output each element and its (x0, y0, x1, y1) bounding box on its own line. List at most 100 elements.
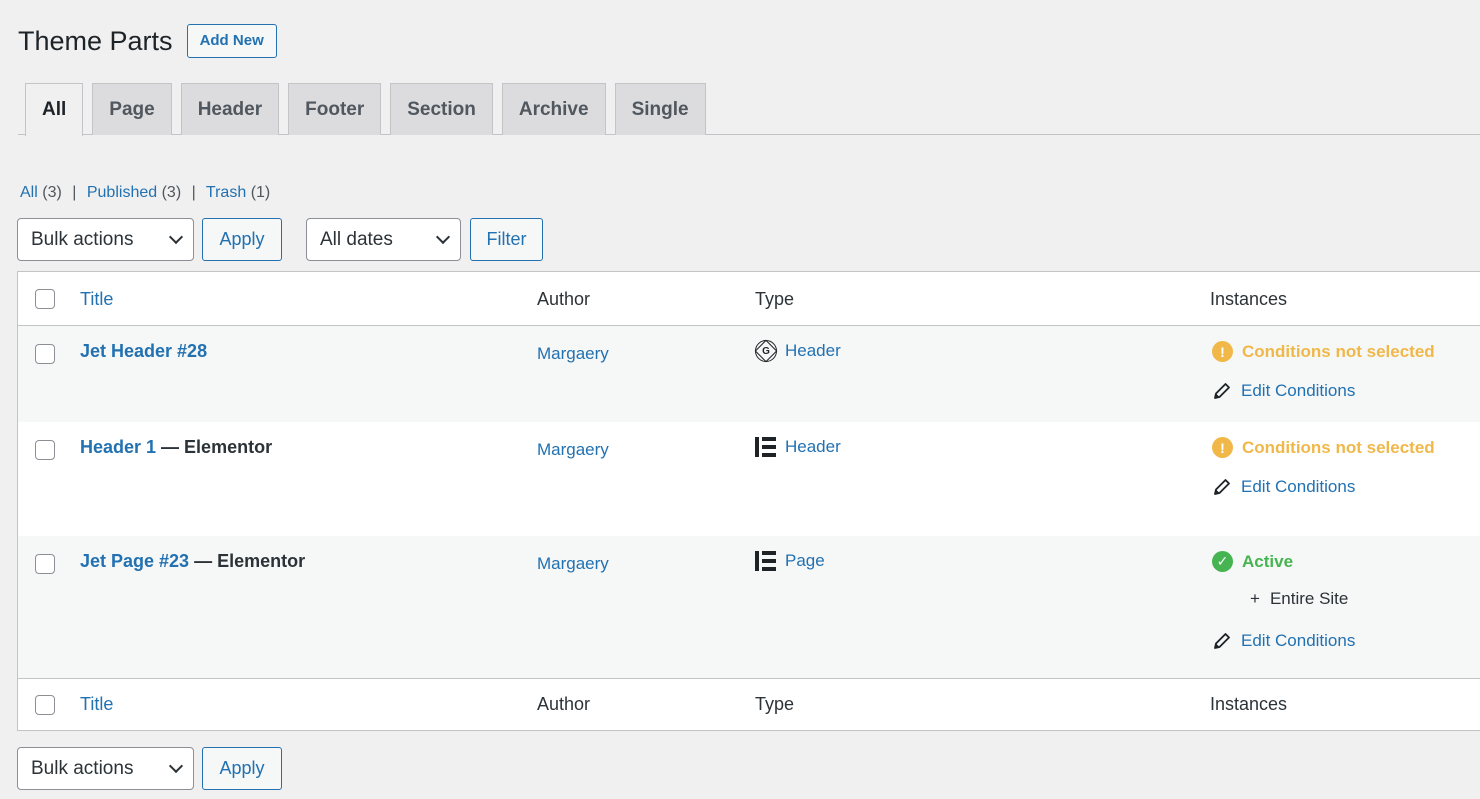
column-type: Type (755, 694, 795, 714)
apply-button[interactable]: Apply (202, 218, 282, 261)
status-badge: ! Conditions not selected (1212, 341, 1435, 362)
type-link[interactable]: Header (785, 341, 841, 361)
status-text: Conditions not selected (1242, 437, 1435, 457)
column-instances: Instances (1210, 289, 1288, 309)
author-link[interactable]: Margaery (537, 344, 609, 363)
tab-footer[interactable]: Footer (288, 83, 382, 135)
view-separator: | (72, 184, 77, 201)
bulk-actions-select[interactable]: Bulk actions (17, 218, 194, 261)
tab-page[interactable]: Page (92, 83, 172, 135)
type-tabs: All Page Header Footer Section Archive S… (18, 83, 1480, 136)
row-checkbox[interactable] (35, 344, 55, 364)
row-author: Margaery (537, 439, 609, 460)
dates-select[interactable]: All dates (306, 218, 461, 261)
tab-single[interactable]: Single (614, 83, 706, 135)
bulk-actions-value: Bulk actions (31, 228, 134, 250)
plus-icon: + (1250, 589, 1260, 608)
row-title: Jet Page #23 — Elementor (80, 551, 305, 572)
row-title-suffix: — Elementor (156, 437, 273, 457)
table-header-row: Title Author Type Instances (18, 272, 1480, 326)
table-row: Jet Page #23 — Elementor Margaery Page ✓… (18, 536, 1480, 678)
tab-header[interactable]: Header (180, 83, 280, 135)
row-title-link[interactable]: Jet Header #28 (80, 341, 207, 361)
page-heading: Theme Parts Add New (18, 24, 277, 58)
condition-label: Entire Site (1269, 589, 1349, 608)
status-views: All (3) | Published (3) | Trash (1) (20, 184, 270, 202)
row-type: Page (755, 551, 825, 571)
status-text: Conditions not selected (1242, 341, 1435, 361)
status-badge: ✓ Active (1212, 551, 1355, 572)
bulk-actions-select[interactable]: Bulk actions (17, 747, 194, 790)
pencil-icon (1214, 479, 1230, 495)
status-text: Active (1242, 551, 1294, 571)
warning-icon: ! (1212, 437, 1233, 458)
row-title: Header 1 — Elementor (80, 437, 272, 458)
row-type: Header (755, 437, 841, 457)
warning-icon: ! (1212, 341, 1233, 362)
edit-conditions-link[interactable]: Edit Conditions (1212, 477, 1435, 497)
view-separator: | (191, 184, 196, 201)
row-checkbox[interactable] (35, 440, 55, 460)
column-instances: Instances (1210, 694, 1288, 714)
edit-conditions-link[interactable]: Edit Conditions (1212, 631, 1355, 651)
type-link[interactable]: Header (785, 437, 841, 457)
condition-item: + Entire Site (1250, 589, 1355, 609)
row-type: G Header (755, 340, 841, 362)
pencil-icon (1214, 633, 1230, 649)
row-title-suffix: — Elementor (189, 551, 306, 571)
checkmark-icon: ✓ (1212, 551, 1233, 572)
author-link[interactable]: Margaery (537, 554, 609, 573)
column-author: Author (537, 694, 591, 714)
column-author: Author (537, 289, 591, 309)
author-link[interactable]: Margaery (537, 440, 609, 459)
table-row: Header 1 — Elementor Margaery Header ! C… (18, 422, 1480, 536)
view-trash-link[interactable]: Trash (206, 184, 246, 201)
chevron-down-icon (168, 229, 184, 245)
row-title: Jet Header #28 (80, 341, 207, 362)
tab-section[interactable]: Section (390, 83, 493, 135)
apply-button[interactable]: Apply (202, 747, 282, 790)
row-instances: ✓ Active + Entire Site Edit Conditions (1212, 551, 1355, 651)
table-row: Jet Header #28 Margaery G Header ! Condi… (18, 326, 1480, 422)
edit-conditions-label: Edit Conditions (1241, 381, 1356, 400)
elementor-icon (755, 551, 777, 571)
dates-value: All dates (320, 228, 393, 250)
status-badge: ! Conditions not selected (1212, 437, 1435, 458)
row-title-link[interactable]: Header 1 (80, 437, 156, 457)
chevron-down-icon (168, 758, 184, 774)
bulk-actions-value: Bulk actions (31, 757, 134, 779)
row-instances: ! Conditions not selected Edit Condition… (1212, 341, 1435, 401)
view-trash-count: (1) (250, 184, 271, 201)
select-all-checkbox[interactable] (35, 695, 55, 715)
type-link[interactable]: Page (785, 551, 825, 571)
row-instances: ! Conditions not selected Edit Condition… (1212, 437, 1435, 497)
row-title-link[interactable]: Jet Page #23 (80, 551, 189, 571)
add-new-button[interactable]: Add New (186, 24, 277, 58)
filter-button[interactable]: Filter (470, 218, 543, 261)
tab-all[interactable]: All (25, 83, 84, 136)
column-title-sort[interactable]: Title (80, 694, 113, 715)
table-footer-row: Title Author Type Instances (18, 678, 1480, 730)
gutenberg-icon: G (755, 340, 777, 362)
column-type: Type (755, 289, 795, 309)
row-author: Margaery (537, 343, 609, 364)
view-all-count: (3) (42, 184, 62, 201)
select-all-checkbox[interactable] (35, 289, 55, 309)
view-published-count: (3) (161, 184, 182, 201)
column-title-sort[interactable]: Title (80, 289, 113, 310)
elementor-icon (755, 437, 777, 457)
row-author: Margaery (537, 553, 609, 574)
row-checkbox[interactable] (35, 554, 55, 574)
chevron-down-icon (435, 229, 451, 245)
edit-conditions-link[interactable]: Edit Conditions (1212, 381, 1435, 401)
tablenav-top: Bulk actions Apply All dates Filter (17, 218, 543, 261)
view-published-link[interactable]: Published (87, 184, 157, 201)
page-title: Theme Parts (18, 25, 173, 56)
view-all-link[interactable]: All (20, 184, 38, 201)
tab-archive[interactable]: Archive (501, 83, 606, 135)
tablenav-bottom: Bulk actions Apply (17, 747, 282, 790)
edit-conditions-label: Edit Conditions (1241, 477, 1356, 496)
pencil-icon (1214, 383, 1230, 399)
theme-parts-table: Title Author Type Instances Jet Header #… (17, 271, 1480, 731)
edit-conditions-label: Edit Conditions (1241, 631, 1356, 650)
